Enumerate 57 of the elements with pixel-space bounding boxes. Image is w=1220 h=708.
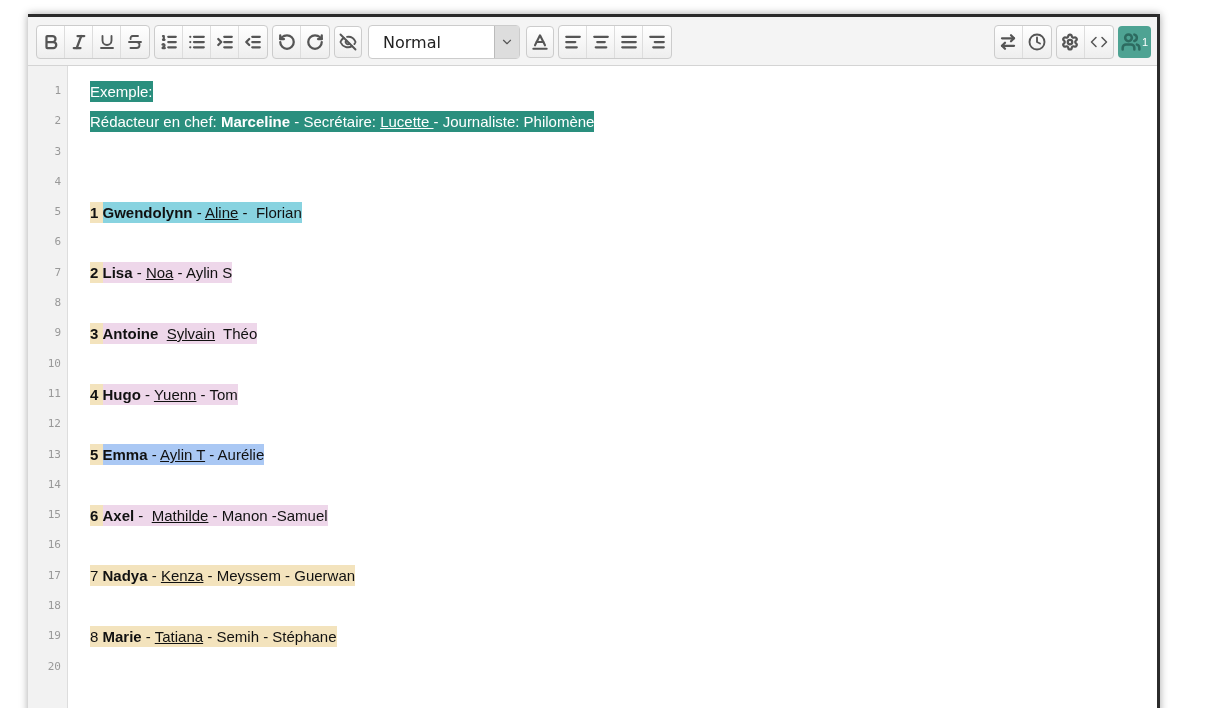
swap-arrows-icon xyxy=(999,33,1018,51)
hide-colors-button[interactable] xyxy=(334,26,362,58)
author-text: 1 xyxy=(90,201,103,223)
author-text: Hugo - Yuenn - Tom xyxy=(102,383,238,405)
style-select[interactable]: Normal xyxy=(368,25,520,59)
author-text: Lisa - Noa - Aylin S xyxy=(102,262,233,284)
line-number: 9 xyxy=(53,325,62,342)
line-number: 3 xyxy=(53,143,62,160)
line-number: 6 xyxy=(53,234,62,251)
author-text: 5 xyxy=(90,444,103,466)
settings-icon xyxy=(1061,33,1080,51)
line-number: 7 xyxy=(53,264,62,281)
author-text: Emma - Aylin T - Aurélie xyxy=(102,444,265,466)
line-number: 15 xyxy=(46,507,62,524)
line-number: 11 xyxy=(46,385,62,402)
font-color-button[interactable] xyxy=(526,26,554,58)
line-number: 5 xyxy=(53,204,62,221)
clock-icon xyxy=(1027,33,1046,51)
line-number: 18 xyxy=(46,598,62,615)
undo-icon xyxy=(277,33,296,51)
author-text: Rédacteur en chef: Marceline - Secrétaire: Lucette - Journaliste: Philomène xyxy=(90,110,595,132)
justify-icon xyxy=(619,33,638,51)
line-number: 4 xyxy=(53,173,62,190)
align-left-icon xyxy=(563,33,582,51)
font-color-icon xyxy=(530,32,550,52)
line-number: 20 xyxy=(46,658,62,675)
author-text: 6 xyxy=(90,504,103,526)
outdent-icon xyxy=(244,33,262,51)
line-number: 1 xyxy=(53,83,62,99)
eye-off-icon xyxy=(339,33,357,51)
line-number: 17 xyxy=(46,567,62,584)
author-text: 7 Nadya - Kenza - Meyssem - Guerwan xyxy=(90,565,356,587)
indent-icon xyxy=(215,33,234,51)
author-text: Gwendolynn - Aline - Florian xyxy=(102,201,302,223)
author-text: 2 xyxy=(90,262,103,284)
align-center-icon xyxy=(591,33,610,51)
author-text: Antoine Sylvain Théo xyxy=(102,323,258,344)
redo-icon xyxy=(306,33,324,51)
author-text: 3 xyxy=(90,323,103,344)
author-text: Exemple: xyxy=(90,80,153,102)
numbered-list-icon xyxy=(159,33,178,51)
line-number: 16 xyxy=(46,537,62,554)
author-text: Axel - Mathilde - Manon -Samuel xyxy=(102,504,328,526)
line-number: 10 xyxy=(46,355,62,372)
underline-icon xyxy=(97,33,116,51)
line-number: 19 xyxy=(46,628,62,645)
line-number: 13 xyxy=(46,446,62,463)
line-number: 8 xyxy=(53,295,62,312)
strikethrough-icon xyxy=(126,33,144,51)
line-number: 14 xyxy=(46,476,62,493)
line-number: 2 xyxy=(53,113,62,130)
align-right-icon xyxy=(648,33,666,51)
author-text: 8 Marie - Tatiana - Semih - Stéphane xyxy=(90,626,337,647)
line-number: 12 xyxy=(46,416,62,433)
author-text: 4 xyxy=(90,383,103,405)
users-icon xyxy=(1120,32,1141,52)
bullet-list-icon xyxy=(187,33,206,51)
